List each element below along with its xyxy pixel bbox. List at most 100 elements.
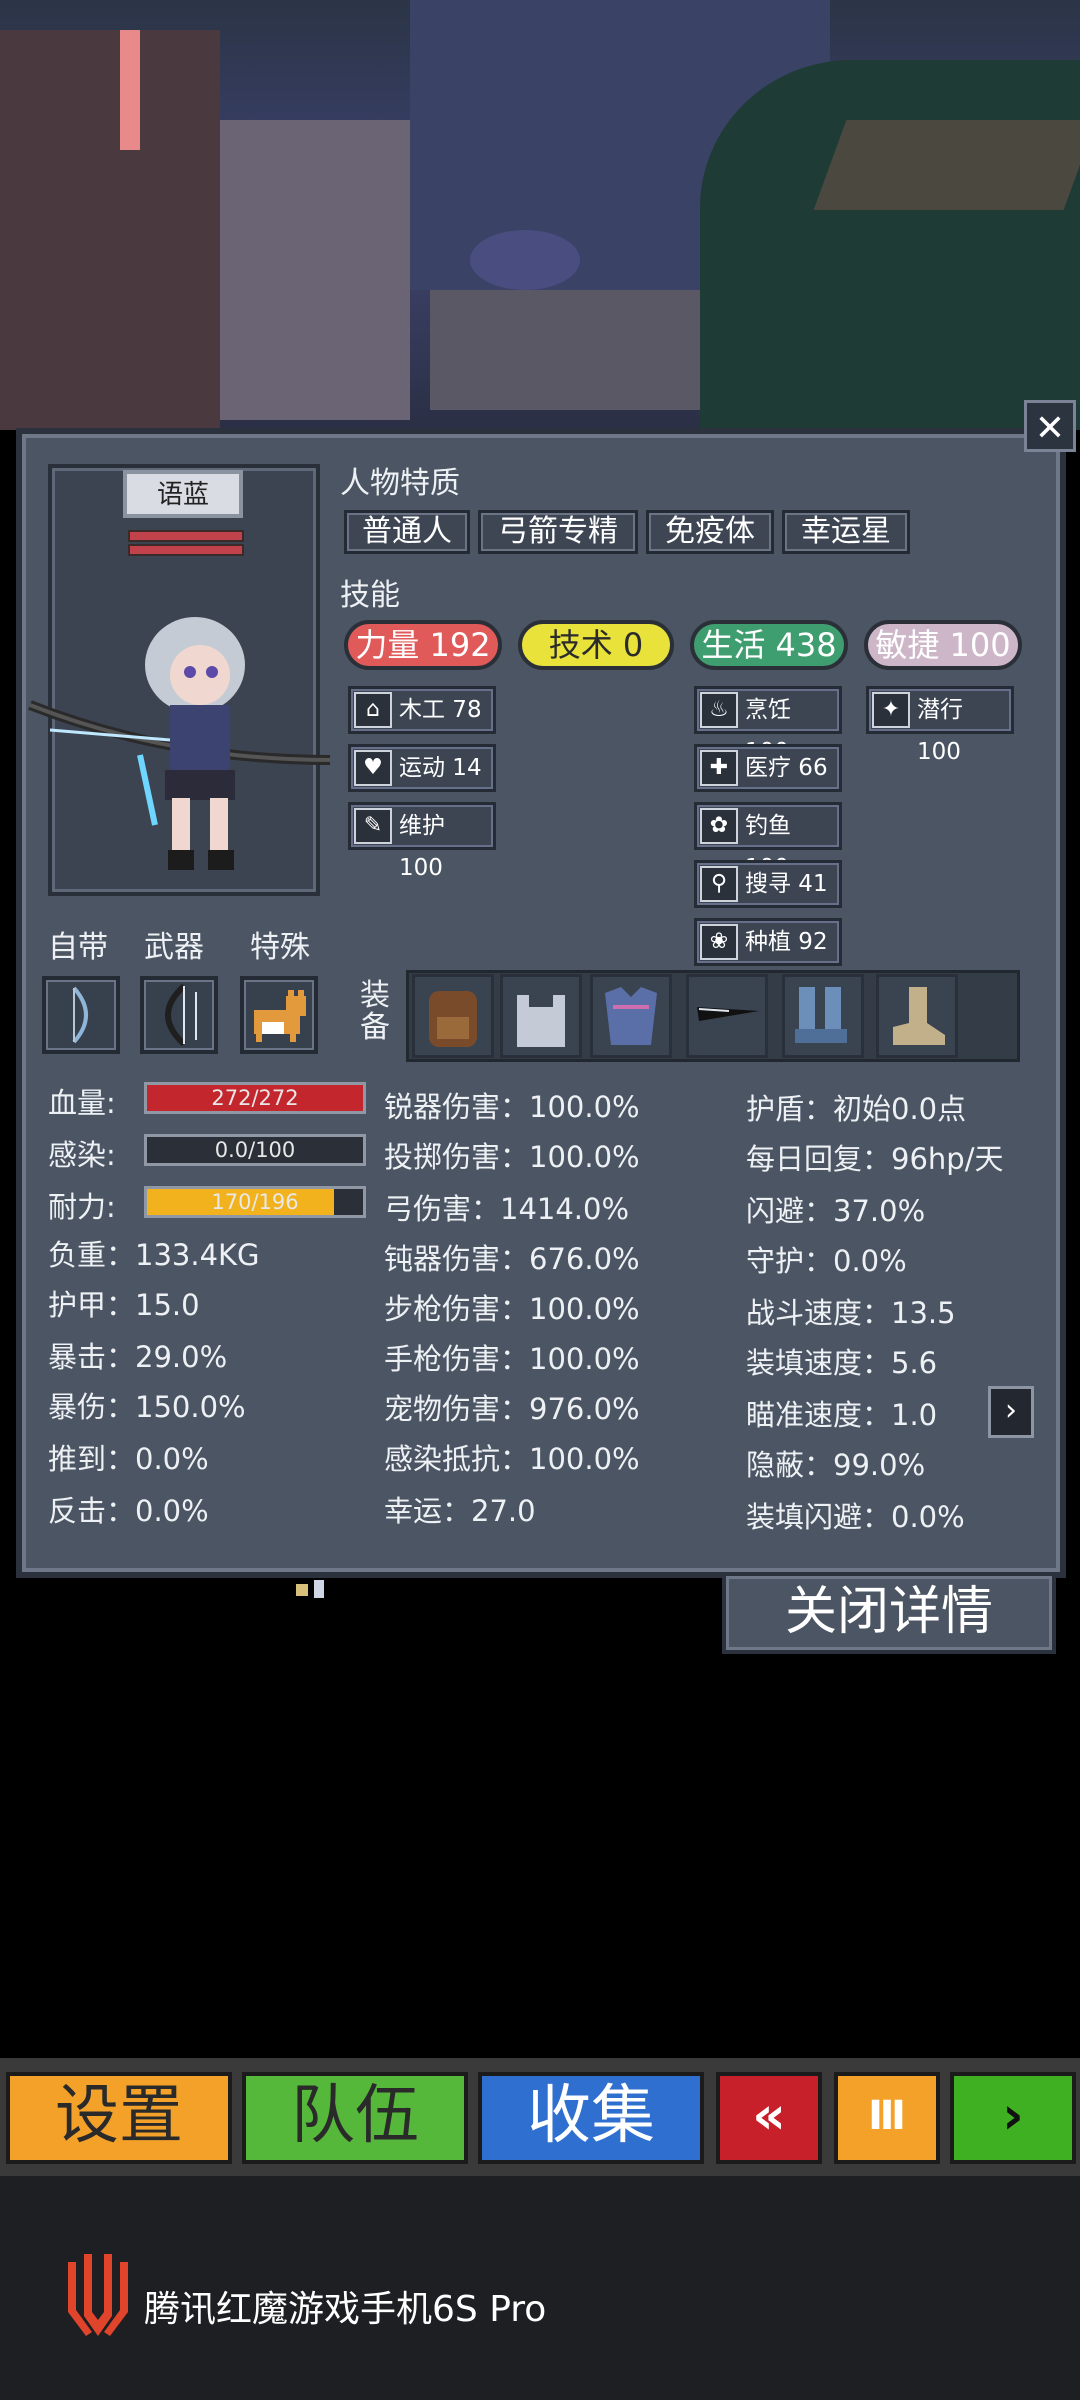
stat-line: 每日回复：96hp/天: [746, 1142, 1004, 1176]
sub-skill-maintenance[interactable]: ✎ 维护 100: [348, 802, 496, 881]
cloud: [470, 230, 580, 290]
character-sprite-archer: [28, 617, 331, 870]
stat-line: 幸运：27.0: [384, 1494, 536, 1528]
sub-skill-carpentry[interactable]: ⌂ 木工 78: [348, 686, 496, 734]
sub-skill-sneak[interactable]: ✦ 潜行 100: [866, 686, 1014, 765]
house-icon: ⌂: [354, 692, 392, 728]
next-page-button[interactable]: ›: [988, 1386, 1034, 1438]
traits-heading: 人物特质: [340, 466, 460, 501]
sub-skill-planting[interactable]: ❀ 种植 92: [694, 918, 842, 966]
stat-line: 推到：0.0%: [48, 1442, 209, 1476]
settings-button[interactable]: 设置: [6, 2072, 232, 2164]
stat-line: 护甲：15.0: [48, 1288, 200, 1322]
plastic-bag-icon: [517, 995, 565, 1047]
stat-line: 守护：0.0%: [746, 1244, 907, 1278]
close-icon[interactable]: ✕: [1024, 400, 1076, 452]
weapon-bow-icon: [165, 983, 197, 1047]
sneak-icon: ✦: [872, 692, 910, 728]
equip-slot-armor[interactable]: [590, 974, 672, 1058]
hp-bar: 272/272: [144, 1082, 366, 1114]
collection-button[interactable]: 收集: [478, 2072, 704, 2164]
close-detail-button[interactable]: 关闭详情: [722, 1572, 1056, 1654]
stat-line: 装填速度：5.6: [746, 1346, 938, 1380]
equip-slot-backpack[interactable]: [412, 974, 494, 1058]
hp-value: 272/272: [211, 1086, 299, 1110]
stat-line: 装填闪避：0.0%: [746, 1500, 965, 1534]
stat-line: 感染抵抗：100.0%: [384, 1442, 640, 1476]
game-scene-background: [0, 0, 1080, 430]
forward-button[interactable]: ›: [950, 2072, 1076, 2164]
trait-tag[interactable]: 幸运星: [782, 510, 910, 554]
red-magic-logo-icon: [68, 2254, 128, 2336]
skill-technique[interactable]: 技术 0: [518, 620, 674, 670]
infection-bar: 0.0/100: [144, 1134, 366, 1166]
speed-button[interactable]: Ⅲ: [834, 2072, 940, 2164]
stamina-label: 耐力:: [48, 1190, 116, 1224]
stat-line: 闪避：37.0%: [746, 1194, 926, 1228]
bottle-drop-icon: [314, 1580, 324, 1598]
sub-skill-searching[interactable]: ⚲ 搜寻 41: [694, 860, 842, 908]
tree-foliage: [700, 60, 1080, 430]
skills-heading: 技能: [340, 578, 400, 613]
blade-icon: [697, 1007, 759, 1021]
sub-skill-cooking[interactable]: ♨ 烹饪 100: [694, 686, 842, 765]
skill-strength[interactable]: 力量 192: [344, 620, 502, 670]
stat-line: 暴击：29.0%: [48, 1340, 228, 1374]
skill-agility[interactable]: 敏捷 100: [864, 620, 1022, 670]
item-drop-icon: [296, 1584, 308, 1596]
bow-icon: [72, 986, 88, 1044]
trait-tag[interactable]: 弓箭专精: [478, 510, 638, 554]
sub-skill-sports[interactable]: ♥ 运动 14: [348, 744, 496, 792]
stat-line: 护盾：初始0.0点: [746, 1092, 967, 1126]
skill-life[interactable]: 生活 438: [690, 620, 848, 670]
building-sign: [120, 30, 140, 150]
infection-label: 感染:: [48, 1138, 116, 1172]
sub-skill-medical[interactable]: ✚ 医疗 66: [694, 744, 842, 792]
stat-line: 投掷伤害：100.0%: [384, 1140, 640, 1174]
weapon-slot[interactable]: [140, 976, 218, 1054]
wrench-icon: ✎: [354, 808, 392, 844]
name-bar-top: [128, 530, 244, 542]
armor-vest-icon: [605, 987, 657, 1045]
equip-slot-boots[interactable]: [782, 974, 864, 1058]
stat-line: 钝器伤害：676.0%: [384, 1242, 640, 1276]
innate-slot[interactable]: [42, 976, 120, 1054]
team-button[interactable]: 队伍: [242, 2072, 468, 2164]
stat-line: 步枪伤害：100.0%: [384, 1292, 640, 1326]
equipment-label: 装备: [360, 978, 390, 1045]
stat-line: 隐蔽：99.0%: [746, 1448, 926, 1482]
brand-text: 腾讯红魔游戏手机6S Pro: [144, 2289, 547, 2330]
stat-line: 宠物伤害：976.0%: [384, 1392, 640, 1426]
stat-line: 瞄准速度：1.0: [746, 1398, 938, 1432]
pot-icon: ♨: [700, 692, 738, 728]
shoes-icon: [893, 987, 945, 1045]
stat-line: 暴伤：150.0%: [48, 1390, 246, 1424]
trait-tag[interactable]: 普通人: [344, 510, 470, 554]
special-slot-label: 特殊: [250, 930, 310, 965]
sub-skill-fishing[interactable]: ✿ 钓鱼 100: [694, 802, 842, 881]
equip-slot-bag[interactable]: [500, 974, 582, 1058]
stat-line: 战斗速度：13.5: [746, 1296, 956, 1330]
medkit-icon: ✚: [700, 750, 738, 786]
equip-slot-blade[interactable]: [686, 974, 768, 1058]
boots-icon: [795, 987, 847, 1043]
infection-value: 0.0/100: [214, 1138, 296, 1162]
equip-slot-shoes[interactable]: [876, 974, 958, 1058]
special-slot[interactable]: [240, 976, 318, 1054]
backpack-icon: [429, 991, 477, 1047]
weapon-slot-label: 武器: [144, 930, 204, 965]
heart-icon: ♥: [354, 750, 392, 786]
magnifier-icon: ⚲: [700, 866, 738, 902]
innate-slot-label: 自带: [48, 930, 108, 965]
building-left: [0, 30, 220, 430]
wooden-roof: [813, 120, 1080, 210]
stat-line: 弓伤害：1414.0%: [384, 1192, 630, 1226]
stamina-value: 170/196: [211, 1190, 299, 1214]
stat-line: 手枪伤害：100.0%: [384, 1342, 640, 1376]
distant-house: [430, 290, 730, 410]
stat-line: 反击：0.0%: [48, 1494, 209, 1528]
rewind-button[interactable]: «: [716, 2072, 822, 2164]
corgi-pet-icon: [254, 990, 306, 1042]
fish-icon: ✿: [700, 808, 738, 844]
trait-tag[interactable]: 免疫体: [646, 510, 774, 554]
